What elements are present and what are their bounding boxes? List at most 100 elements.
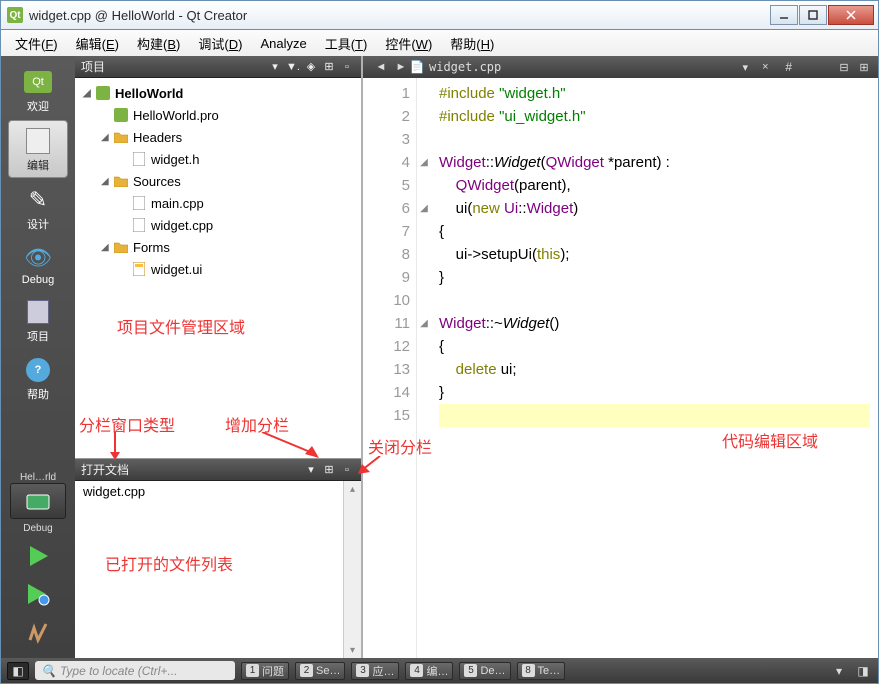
locator-input[interactable]: 🔍 Type to locate (Ctrl+... xyxy=(35,661,235,680)
cpp-icon xyxy=(131,217,147,233)
h-icon xyxy=(131,151,147,167)
help-icon: ? xyxy=(22,356,54,384)
code-editor[interactable]: 123456789101112131415 ◢◢◢ #include "widg… xyxy=(363,78,878,658)
scrollbar-vertical[interactable]: ▴ ▾ xyxy=(343,481,361,658)
design-icon: ✎ xyxy=(22,186,54,214)
chevron-down-icon[interactable]: ▾ xyxy=(267,59,283,75)
project-pane-title: 项目 xyxy=(81,58,265,75)
filter-icon[interactable]: ▼. xyxy=(285,59,301,75)
close-button[interactable] xyxy=(828,5,874,25)
build-button[interactable] xyxy=(18,616,58,648)
nav-back-icon[interactable]: ◄ xyxy=(373,59,389,75)
output-panel-1[interactable]: 1问题 xyxy=(241,662,289,680)
menu-b[interactable]: 构建(B) xyxy=(129,32,188,55)
edit-icon xyxy=(22,127,54,155)
toggle-sidebar-icon[interactable]: ◧ xyxy=(7,662,29,680)
expand-icon[interactable]: ◢ xyxy=(83,88,95,99)
folder-icon xyxy=(113,173,129,189)
expand-icon[interactable]: ◢ xyxy=(101,132,113,143)
run-button[interactable] xyxy=(18,540,58,572)
mode-debug[interactable]: 👁Debug xyxy=(8,238,68,290)
add-split-icon[interactable]: ⊞ xyxy=(321,462,337,478)
code-text[interactable]: #include "widget.h"#include "ui_widget.h… xyxy=(431,78,878,658)
mode-bar: Qt欢迎编辑✎设计👁Debug项目?帮助 Hel…rldDebug xyxy=(1,56,75,658)
tree-item[interactable]: widget.ui xyxy=(75,258,361,280)
tree-item[interactable]: HelloWorld.pro xyxy=(75,104,361,126)
open-docs-list[interactable]: widget.cpp 已打开的文件列表 xyxy=(75,481,343,658)
annotation-open-list: 已打开的文件列表 xyxy=(105,551,233,575)
output-panel-5[interactable]: 5De… xyxy=(459,662,510,680)
menu-t[interactable]: 工具(T) xyxy=(317,32,376,55)
menu-f[interactable]: 文件(F) xyxy=(7,32,66,55)
add-split-icon[interactable]: ⊞ xyxy=(856,59,872,75)
sync-icon[interactable]: ◈ xyxy=(303,59,319,75)
mode-design[interactable]: ✎设计 xyxy=(8,180,68,236)
debug-icon: 👁 xyxy=(22,244,54,272)
maximize-button[interactable] xyxy=(799,5,827,25)
tree-item[interactable]: ◢HelloWorld xyxy=(75,82,361,104)
add-split-icon[interactable]: ⊞ xyxy=(321,59,337,75)
mode-projects[interactable]: 项目 xyxy=(8,292,68,348)
output-panel-2[interactable]: 2Se… xyxy=(295,662,345,680)
line-column-label[interactable]: # xyxy=(785,60,792,74)
target-selector[interactable]: Hel…rldDebug xyxy=(4,472,72,534)
mode-welcome[interactable]: Qt欢迎 xyxy=(8,62,68,118)
open-doc-item[interactable]: widget.cpp xyxy=(75,481,343,502)
annotation-add-split: 增加分栏 xyxy=(225,412,289,436)
qt-icon xyxy=(95,85,111,101)
projects-icon xyxy=(22,298,54,326)
tree-item[interactable]: widget.cpp xyxy=(75,214,361,236)
close-pane-icon[interactable]: ▫ xyxy=(339,462,355,478)
scroll-up-icon[interactable]: ▴ xyxy=(344,481,361,497)
close-pane-icon[interactable]: ▫ xyxy=(339,59,355,75)
line-gutter: 123456789101112131415 xyxy=(363,78,417,658)
project-tree[interactable]: 项目文件管理区域 ◢HelloWorldHelloWorld.pro◢Heade… xyxy=(75,78,361,410)
tree-item[interactable]: ◢Sources xyxy=(75,170,361,192)
annotation-pane-type: 分栏窗口类型 xyxy=(79,412,175,436)
nav-fwd-icon[interactable]: ► xyxy=(393,59,409,75)
open-documents-pane: 打开文档 ▾ ⊞ ▫ widget.cpp 已打开的文件列表 ▴ ▾ xyxy=(75,458,361,658)
search-icon: 🔍 xyxy=(41,664,56,678)
menu-d[interactable]: 调试(D) xyxy=(190,32,250,55)
close-tab-icon[interactable]: × xyxy=(757,59,773,75)
tree-item[interactable]: main.cpp xyxy=(75,192,361,214)
run-debug-button[interactable] xyxy=(18,578,58,610)
scroll-down-icon[interactable]: ▾ xyxy=(344,642,361,658)
output-panel-4[interactable]: 4编… xyxy=(405,662,453,680)
menu-w[interactable]: 控件(W) xyxy=(377,32,440,55)
pro-icon xyxy=(113,107,129,123)
open-docs-title: 打开文档 xyxy=(81,461,301,478)
output-panel-8[interactable]: 8Te… xyxy=(517,662,566,680)
menu-h[interactable]: 帮助(H) xyxy=(442,32,502,55)
annotation-project-area: 项目文件管理区域 xyxy=(117,314,245,338)
chevron-down-icon[interactable]: ▾ xyxy=(830,662,848,680)
menubar: 文件(F)编辑(E)构建(B)调试(D)Analyze工具(T)控件(W)帮助(… xyxy=(0,30,879,56)
mode-edit[interactable]: 编辑 xyxy=(8,120,68,178)
side-pane: 项目 ▾ ▼. ◈ ⊞ ▫ 项目文件管理区域 ◢HelloWorldHelloW… xyxy=(75,56,363,658)
cpp-icon xyxy=(131,195,147,211)
tree-item[interactable]: ◢Headers xyxy=(75,126,361,148)
editor-filename[interactable]: widget.cpp xyxy=(429,60,733,74)
open-docs-header[interactable]: 打开文档 ▾ ⊞ ▫ xyxy=(75,459,361,481)
editor-area: ◄ ► 📄 widget.cpp ▾ × # ⊟ ⊞ 1234567891011… xyxy=(363,56,878,658)
statusbar: ◧ 🔍 Type to locate (Ctrl+... 1问题 2Se… 3应… 4… xyxy=(0,658,879,684)
mode-help[interactable]: ?帮助 xyxy=(8,350,68,406)
output-panel-3[interactable]: 3应… xyxy=(351,662,399,680)
ui-icon xyxy=(131,261,147,277)
expand-icon[interactable]: ◢ xyxy=(101,242,113,253)
progress-toggle-icon[interactable]: ◨ xyxy=(854,662,872,680)
chevron-down-icon[interactable]: ▾ xyxy=(303,462,319,478)
fold-column[interactable]: ◢◢◢ xyxy=(417,78,431,658)
editor-tabbar: ◄ ► 📄 widget.cpp ▾ × # ⊟ ⊞ xyxy=(363,56,878,78)
expand-icon[interactable]: ◢ xyxy=(101,176,113,187)
minimize-button[interactable] xyxy=(770,5,798,25)
split-icon[interactable]: ⊟ xyxy=(836,59,852,75)
menu-analyze[interactable]: Analyze xyxy=(252,34,314,53)
chevron-down-icon[interactable]: ▾ xyxy=(737,59,753,75)
window-titlebar: Qt widget.cpp @ HelloWorld - Qt Creator xyxy=(0,0,879,30)
tree-item[interactable]: widget.h xyxy=(75,148,361,170)
menu-e[interactable]: 编辑(E) xyxy=(68,32,127,55)
app-icon: Qt xyxy=(7,7,23,23)
tree-item[interactable]: ◢Forms xyxy=(75,236,361,258)
project-pane-header[interactable]: 项目 ▾ ▼. ◈ ⊞ ▫ xyxy=(75,56,361,78)
